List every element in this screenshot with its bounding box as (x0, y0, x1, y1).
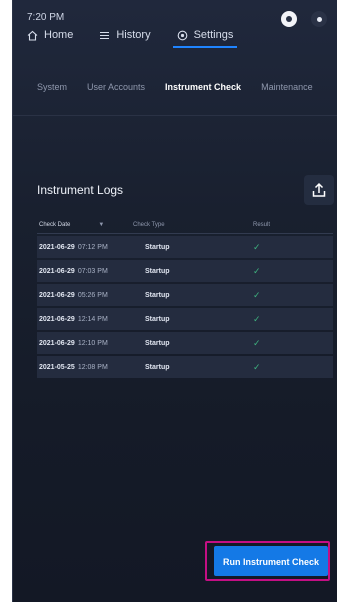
table-row[interactable]: 2021-06-29 07:03 PM Startup ✓ (37, 260, 333, 282)
tab-maintenance[interactable]: Maintenance (261, 82, 313, 92)
column-header-date[interactable]: Check Date ▼ (37, 222, 133, 228)
tab-user-accounts[interactable]: User Accounts (87, 82, 145, 92)
check-icon: ✓ (253, 265, 261, 276)
tab-instrument-check[interactable]: Instrument Check (165, 82, 241, 92)
cell-type: Startup (145, 243, 170, 251)
top-bar: 7:20 PM Home History Settings (13, 0, 337, 48)
check-icon: ✓ (253, 313, 261, 324)
table-row[interactable]: 2021-06-29 05:26 PM Startup ✓ (37, 284, 333, 306)
table-row[interactable]: 2021-06-29 07:12 PM Startup ✓ (37, 236, 333, 258)
table-row[interactable]: 2021-06-29 12:10 PM Startup ✓ (37, 332, 333, 354)
section-title: Instrument Logs (37, 183, 124, 197)
upload-icon (311, 182, 327, 198)
run-instrument-check-button[interactable]: Run Instrument Check (214, 546, 328, 576)
device-screen: 7:20 PM Home History Settings System Use… (12, 0, 337, 602)
table-header: Check Date ▼ Check Type Result (37, 217, 333, 234)
column-header-type[interactable]: Check Type (133, 222, 253, 228)
sort-caret-icon: ▼ (98, 222, 105, 228)
cell-date: 2021-06-29 12:10 PM (39, 339, 108, 347)
check-icon: ✓ (253, 241, 261, 252)
nav-history-label: History (116, 29, 151, 41)
cell-type: Startup (145, 315, 170, 323)
status-toggle-icon[interactable] (281, 11, 297, 27)
tab-system[interactable]: System (37, 82, 67, 92)
nav-settings[interactable]: Settings (172, 27, 238, 48)
cell-date: 2021-06-29 07:12 PM (39, 243, 108, 251)
clock: 7:20 PM (27, 12, 65, 23)
check-icon: ✓ (253, 289, 261, 300)
check-icon: ✓ (253, 361, 261, 372)
check-icon: ✓ (253, 337, 261, 348)
export-button[interactable] (304, 175, 334, 205)
table-row[interactable]: 2021-05-25 12:08 PM Startup ✓ (37, 356, 333, 378)
cell-type: Startup (145, 363, 170, 371)
cell-type: Startup (145, 339, 170, 347)
logs-table: Check Date ▼ Check Type Result 2021-06-29… (37, 217, 333, 378)
gear-icon (177, 30, 188, 41)
column-header-result[interactable]: Result (253, 222, 333, 228)
nav-home[interactable]: Home (23, 27, 77, 46)
cell-date: 2021-05-25 12:08 PM (39, 363, 108, 371)
nav-history[interactable]: History (95, 27, 154, 46)
cell-date: 2021-06-29 07:03 PM (39, 267, 108, 275)
divider (13, 115, 337, 116)
table-row[interactable]: 2021-06-29 12:14 PM Startup ✓ (37, 308, 333, 330)
cell-date: 2021-06-29 12:14 PM (39, 315, 108, 323)
home-icon (27, 30, 38, 41)
cell-type: Startup (145, 267, 170, 275)
settings-tabs: System User Accounts Instrument Check Ma… (13, 70, 337, 104)
nav-settings-label: Settings (193, 29, 234, 41)
list-icon (99, 30, 110, 41)
cell-type: Startup (145, 291, 170, 299)
nav-home-label: Home (44, 29, 74, 41)
cell-date: 2021-06-29 05:26 PM (39, 291, 108, 299)
lock-icon[interactable] (311, 11, 327, 27)
top-nav: Home History Settings (23, 27, 238, 48)
